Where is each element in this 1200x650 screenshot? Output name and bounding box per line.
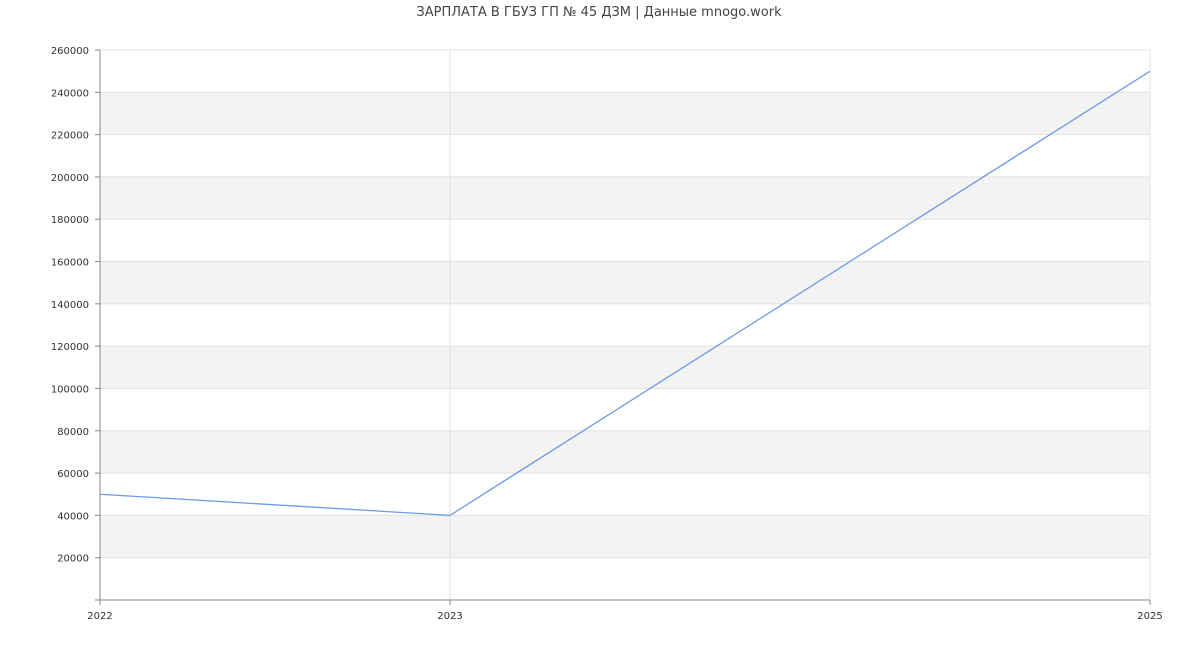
grid-band <box>100 261 1150 304</box>
y-tick-label: 80000 <box>57 427 89 438</box>
y-tick-label: 200000 <box>51 173 89 184</box>
x-tick-label: 2023 <box>437 611 462 622</box>
grid-band <box>100 430 1150 474</box>
y-tick-label: 260000 <box>51 46 89 57</box>
y-tick-label: 120000 <box>51 342 89 353</box>
chart-title: ЗАРПЛАТА В ГБУЗ ГП № 45 ДЗМ | Данные mno… <box>416 5 782 20</box>
y-tick-label: 40000 <box>57 511 89 522</box>
y-tick-label: 20000 <box>57 554 89 565</box>
background-bands <box>100 92 1150 558</box>
y-tick-label: 140000 <box>51 300 89 311</box>
x-tick-labels: 2022 2023 2025 <box>87 611 1162 622</box>
grid-band <box>100 176 1150 220</box>
y-tick-label: 60000 <box>57 469 89 480</box>
y-tick-labels: 20000 40000 60000 80000 100000 120000 140000 16… <box>51 46 89 565</box>
salary-line-chart: 20000 40000 60000 80000 100000 120000 140000 16… <box>51 5 1163 622</box>
grid-band <box>100 346 1150 389</box>
x-tick-label: 2022 <box>87 611 112 622</box>
x-tick-label: 2025 <box>1137 611 1162 622</box>
y-tick-label: 240000 <box>51 88 89 99</box>
y-tick-label: 160000 <box>51 258 89 269</box>
y-tick-label: 220000 <box>51 131 89 142</box>
y-tick-label: 100000 <box>51 384 89 395</box>
grid-band <box>100 515 1150 558</box>
grid-band <box>100 92 1150 135</box>
y-tick-label: 180000 <box>51 215 89 226</box>
